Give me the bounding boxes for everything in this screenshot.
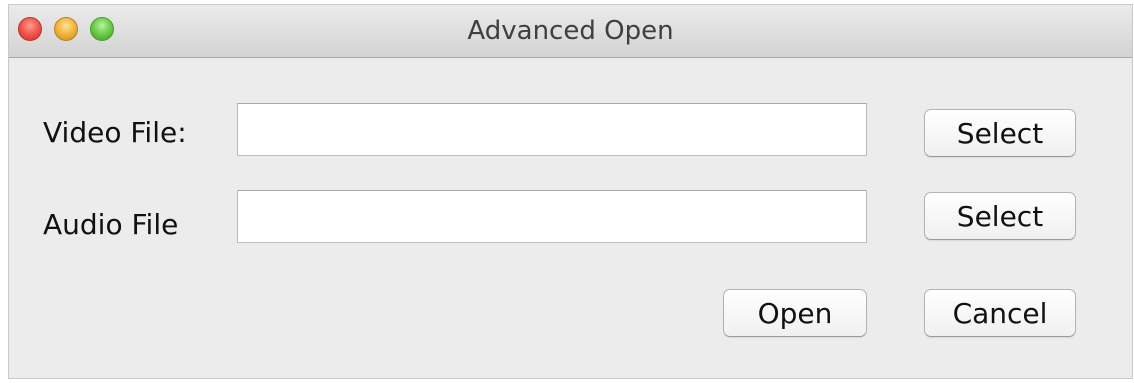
select-audio-button[interactable]: Select	[924, 192, 1076, 240]
cancel-button[interactable]: Cancel	[924, 289, 1076, 337]
advanced-open-window: Advanced Open Video File: Select Audio F…	[8, 4, 1133, 379]
title-bar: Advanced Open	[9, 5, 1132, 58]
audio-file-label: Audio File	[43, 208, 179, 241]
audio-file-input[interactable]	[237, 190, 867, 243]
window-title: Advanced Open	[467, 16, 674, 46]
open-button[interactable]: Open	[723, 289, 867, 337]
select-video-button[interactable]: Select	[924, 109, 1076, 157]
video-file-input[interactable]	[237, 103, 867, 156]
video-file-label: Video File:	[43, 116, 187, 149]
